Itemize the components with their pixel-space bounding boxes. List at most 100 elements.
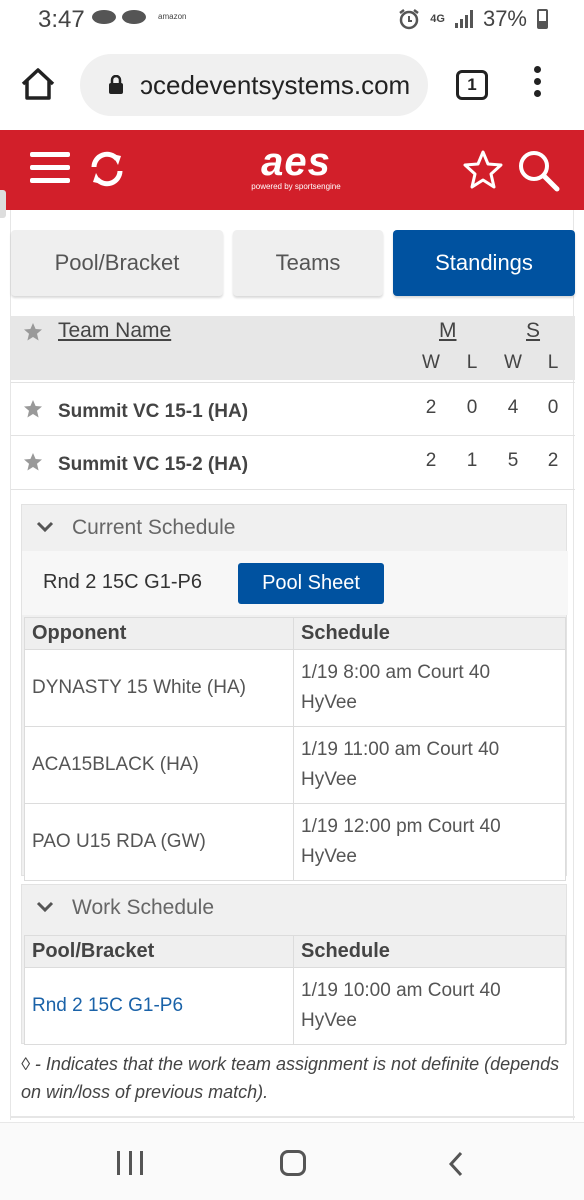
hamburger-menu-icon[interactable] — [30, 152, 70, 186]
matches-column-header[interactable]: M — [439, 319, 457, 343]
standings-row[interactable]: Summit VC 15-2 (HA) 2 1 5 2 — [11, 436, 575, 490]
set-wins-header: W — [504, 352, 522, 373]
pool-sheet-button[interactable]: Pool Sheet — [238, 563, 384, 604]
team-name[interactable]: Summit VC 15-1 (HA) — [58, 401, 248, 423]
url-text: ɔcedeventsystems.com — [140, 70, 411, 100]
lock-icon — [109, 75, 123, 94]
pool-bracket-column-header: Pool/Bracket — [24, 935, 294, 968]
back-icon[interactable] — [446, 1151, 466, 1177]
schedule-time: 1/19 11:00 am Court 40 — [301, 739, 500, 760]
favorite-star-icon[interactable] — [462, 148, 504, 190]
network-type-icon: 4G — [430, 13, 445, 25]
schedule-venue: HyVee — [301, 1010, 357, 1031]
opponent-cell: PAO U15 RDA (GW) — [24, 803, 294, 881]
favorite-star-icon[interactable] — [23, 399, 43, 419]
opponent-cell: DYNASTY 15 White (HA) — [24, 649, 294, 727]
tab-switcher-button[interactable]: 1 — [456, 70, 488, 100]
pool-label: Rnd 2 15C G1-P6 — [43, 571, 202, 593]
schedule-time: 1/19 12:00 pm Court 40 — [301, 816, 501, 837]
battery-icon — [537, 9, 548, 29]
schedule-venue: HyVee — [301, 846, 357, 867]
battery-percent: 37% — [482, 6, 527, 31]
signal-icon — [454, 10, 473, 28]
opponent-cell: ACA15BLACK (HA) — [24, 726, 294, 804]
schedule-venue: HyVee — [301, 692, 357, 713]
notification-icons: amazon — [92, 10, 186, 24]
chevron-down-icon — [36, 521, 54, 533]
opponent-column-header: Opponent — [24, 617, 294, 650]
tab-teams[interactable]: Teams — [233, 230, 383, 296]
android-nav-bar — [0, 1122, 584, 1200]
match-losses: 1 — [466, 450, 478, 471]
work-schedule-panel: Work Schedule Pool/Bracket Schedule Rnd … — [21, 884, 568, 1045]
home-icon[interactable] — [18, 64, 58, 104]
recent-apps-icon[interactable] — [117, 1151, 143, 1175]
pool-row: Rnd 2 15C G1-P6 Pool Sheet — [22, 551, 568, 615]
pool-link[interactable]: Rnd 2 15C G1-P6 — [32, 995, 183, 1016]
alarm-icon — [399, 9, 420, 30]
work-assignment-note: ◊ - Indicates that the work team assignm… — [21, 1054, 560, 1102]
team-name-column-header[interactable]: Team Name — [58, 319, 171, 343]
search-icon[interactable] — [516, 148, 560, 192]
divider — [11, 1116, 575, 1118]
site-header: aes powered by sportsengine — [0, 130, 584, 210]
schedule-column-header: Schedule — [293, 617, 566, 650]
team-name[interactable]: Summit VC 15-2 (HA) — [58, 454, 248, 476]
status-right: 4G 37% — [398, 6, 548, 32]
tab-standings[interactable]: Standings — [393, 230, 575, 296]
schedule-cell: 1/19 8:00 am Court 40 HyVee — [293, 649, 566, 727]
current-schedule-table: Opponent Schedule DYNASTY 15 White (HA) … — [24, 617, 566, 881]
table-row: ACA15BLACK (HA) 1/19 11:00 am Court 40 Hy… — [24, 726, 566, 804]
schedule-venue: HyVee — [301, 769, 357, 790]
schedule-cell: 1/19 11:00 am Court 40 HyVee — [293, 726, 566, 804]
star-icon — [24, 323, 42, 341]
tab-pool-bracket[interactable]: Pool/Bracket — [11, 230, 223, 296]
set-losses: 0 — [547, 397, 559, 418]
browser-toolbar: ɔcedeventsystems.com 1 — [0, 40, 584, 130]
aes-logo[interactable]: aes powered by sportsengine — [240, 142, 352, 198]
table-header-row: Opponent Schedule — [24, 617, 566, 650]
set-losses-header: L — [547, 352, 559, 373]
set-wins: 4 — [507, 397, 519, 418]
standings-row[interactable]: Summit VC 15-1 (HA) 2 0 4 0 — [11, 382, 575, 436]
view-tabs: Pool/Bracket Teams Standings — [11, 230, 575, 296]
favorite-star-icon[interactable] — [23, 452, 43, 472]
chevron-down-icon — [36, 901, 54, 913]
pool-cell: Rnd 2 15C G1-P6 — [24, 967, 294, 1045]
schedule-time: 1/19 8:00 am Court 40 — [301, 662, 491, 683]
schedule-column-header: Schedule — [293, 935, 566, 968]
match-losses: 0 — [466, 397, 478, 418]
standings-header: Team Name M S W L W L — [11, 316, 575, 380]
schedule-time: 1/19 10:00 am Court 40 — [301, 980, 501, 1001]
schedule-cell: 1/19 12:00 pm Court 40 HyVee — [293, 803, 566, 881]
work-schedule-toggle[interactable]: Work Schedule — [22, 885, 568, 931]
home-button-icon[interactable] — [280, 1150, 306, 1176]
set-wins: 5 — [507, 450, 519, 471]
overflow-menu-icon[interactable] — [530, 66, 544, 106]
match-wins: 2 — [425, 450, 437, 471]
match-wins-header: W — [422, 352, 440, 373]
current-schedule-panel: Current Schedule Rnd 2 15C G1-P6 Pool Sh… — [21, 504, 568, 881]
table-row: Rnd 2 15C G1-P6 1/19 10:00 am Court 40 Hy… — [24, 967, 566, 1045]
current-schedule-toggle[interactable]: Current Schedule — [22, 505, 568, 551]
notification-icon — [122, 10, 146, 24]
schedule-cell: 1/19 10:00 am Court 40 HyVee — [293, 967, 566, 1045]
logo-subtext: powered by sportsengine — [251, 182, 341, 191]
scroll-indicator — [0, 190, 6, 218]
notification-icon — [92, 10, 116, 24]
table-row: DYNASTY 15 White (HA) 1/19 8:00 am Court… — [24, 649, 566, 727]
sets-column-header[interactable]: S — [526, 319, 540, 343]
standings-page: Pool/Bracket Teams Standings Team Name M… — [10, 210, 575, 1120]
status-bar: 3:47 amazon 4G 37% — [0, 0, 584, 40]
match-losses-header: L — [466, 352, 478, 373]
clock: 3:47 — [38, 6, 85, 33]
table-row: PAO U15 RDA (GW) 1/19 12:00 pm Court 40 H… — [24, 803, 566, 881]
work-schedule-table: Pool/Bracket Schedule Rnd 2 15C G1-P6 1/… — [24, 935, 566, 1045]
address-bar[interactable]: ɔcedeventsystems.com — [80, 54, 428, 116]
logo-text: aes — [261, 140, 331, 184]
table-header-row: Pool/Bracket Schedule — [24, 935, 566, 968]
refresh-icon[interactable] — [86, 148, 128, 190]
work-schedule-title: Work Schedule — [72, 896, 215, 919]
current-schedule-title: Current Schedule — [72, 516, 236, 539]
amazon-notification-icon: amazon — [158, 12, 187, 21]
